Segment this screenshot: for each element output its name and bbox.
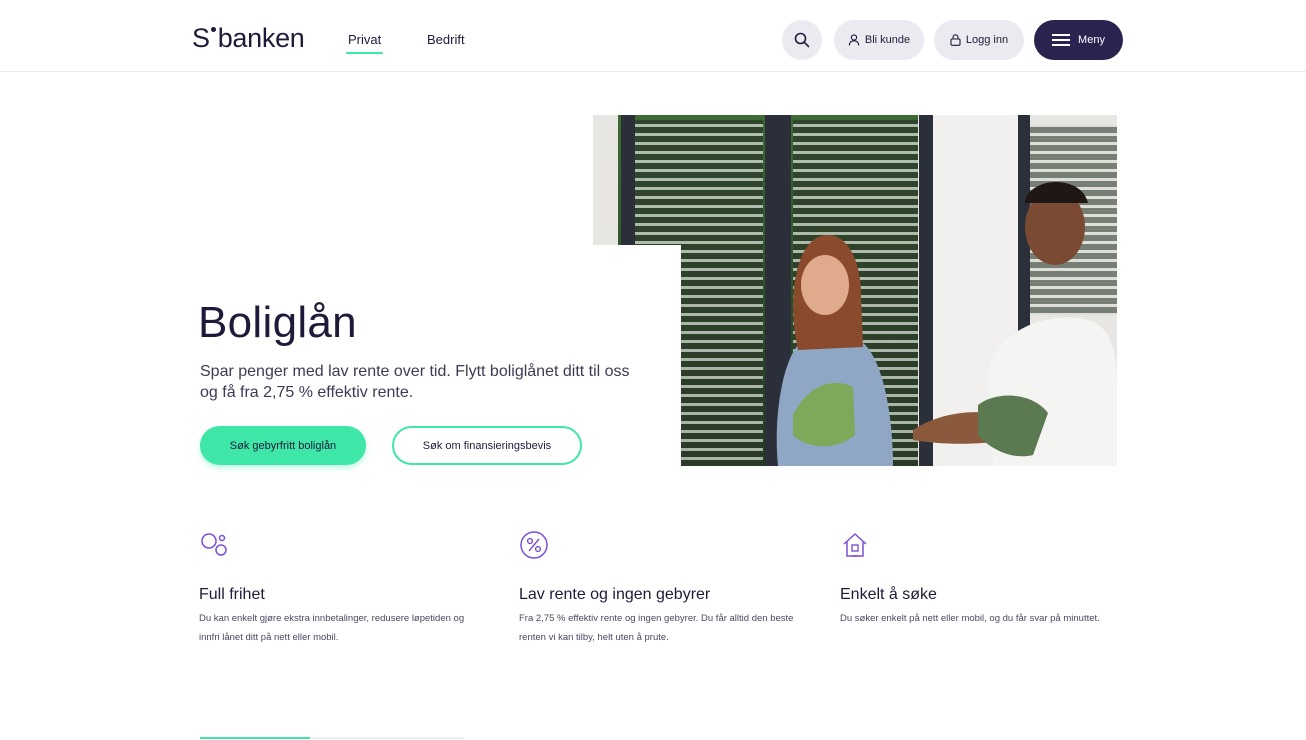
tab-indicator-bar[interactable] xyxy=(200,737,464,739)
logg-inn-label: Logg inn xyxy=(965,34,1009,46)
house-icon xyxy=(843,533,867,557)
feature-title: Full frihet xyxy=(199,586,265,603)
hero-image-cutout xyxy=(593,245,681,466)
feature-text: Du søker enkelt på nett eller mobil, og … xyxy=(840,613,1100,624)
lock-icon xyxy=(950,34,961,46)
search-icon xyxy=(794,32,810,48)
search-button[interactable] xyxy=(782,20,822,60)
feature-full-frihet: Full frihet Du kan enkelt gjøre ekstra i… xyxy=(199,530,484,647)
logo-dot xyxy=(210,27,216,32)
person-icon xyxy=(848,34,860,46)
logo-s: S xyxy=(192,23,210,53)
nav-privat[interactable]: Privat xyxy=(345,32,384,54)
logg-inn-button[interactable]: Logg inn xyxy=(934,20,1024,60)
feature-enkelt-a-soke: Enkelt å søke Du søker enkelt på nett el… xyxy=(840,530,1125,628)
page-title: Boliglån xyxy=(198,298,357,347)
feature-title: Enkelt å søke xyxy=(840,586,937,603)
feature-text: Du kan enkelt gjøre ekstra innbetalinger… xyxy=(199,613,465,643)
hamburger-icon xyxy=(1052,34,1071,46)
sbanken-logo[interactable]: Sbanken xyxy=(192,23,305,54)
bli-kunde-button[interactable]: Bli kunde xyxy=(834,20,924,60)
feature-lav-rente: Lav rente og ingen gebyrer Fra 2,75 % ef… xyxy=(519,530,804,647)
hero-subtitle: Spar penger med lav rente over tid. Flyt… xyxy=(200,363,630,401)
tab-indicator-active xyxy=(200,737,310,739)
sok-gebyrfritt-boliglan-button[interactable]: Søk gebyrfritt boliglån xyxy=(200,426,366,465)
feature-title: Lav rente og ingen gebyrer xyxy=(519,586,711,603)
site-header: Sbanken Privat Bedrift Bli kunde Logg in… xyxy=(0,0,1306,72)
nav-bedrift[interactable]: Bedrift xyxy=(427,32,465,47)
sok-finansieringsbevis-button[interactable]: Søk om finansieringsbevis xyxy=(392,426,582,465)
feature-text: Fra 2,75 % effektiv rente og ingen gebyr… xyxy=(519,613,794,643)
percent-icon xyxy=(520,531,548,559)
meny-button[interactable]: Meny xyxy=(1034,20,1123,60)
bli-kunde-label: Bli kunde xyxy=(864,34,911,46)
logo-text: banken xyxy=(217,23,305,53)
circles-icon xyxy=(201,533,227,556)
meny-label: Meny xyxy=(1078,34,1105,46)
